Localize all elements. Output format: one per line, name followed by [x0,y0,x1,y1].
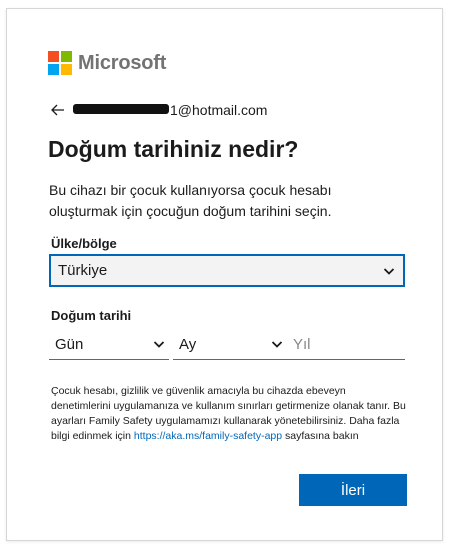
next-button[interactable]: İleri [299,474,407,506]
country-value: Türkiye [58,262,108,279]
birth-month-value: Ay [179,335,197,353]
info-suffix: sayfasına bakın [285,430,359,442]
signin-card: Microsoft 1@hotmail.com Doğum tarihiniz … [6,8,443,541]
page-description: Bu cihazı bir çocuk kullanıyorsa çocuk h… [49,182,332,219]
page-title: Doğum tarihiniz nedir? [48,136,299,162]
birthdate-label: Doğum tarihi [51,308,132,323]
country-label: Ülke/bölge [51,236,117,251]
family-safety-link[interactable]: https://aka.ms/family-safety-app [134,430,282,442]
info-text: Çocuk hesabı, gizlilik ve güvenlik amacı… [51,384,406,444]
brand-name: Microsoft [78,51,167,74]
redacted-email-part [73,104,169,114]
identity-email: 1@hotmail.com [170,102,268,118]
microsoft-logo: Microsoft [48,51,166,75]
chevron-down-icon [271,338,283,350]
chevron-down-icon [383,265,395,277]
country-select[interactable]: Türkiye [49,254,405,287]
chevron-down-icon [153,338,165,350]
birth-day-select[interactable]: Gün [49,329,169,360]
birth-month-select[interactable]: Ay [173,329,287,360]
identity-banner: 1@hotmail.com [51,102,267,118]
microsoft-logo-icon [48,51,72,75]
birth-year-field[interactable] [287,329,405,360]
arrow-left-icon[interactable] [51,102,67,118]
birth-day-value: Gün [55,335,84,353]
birth-year-input[interactable] [293,335,401,353]
